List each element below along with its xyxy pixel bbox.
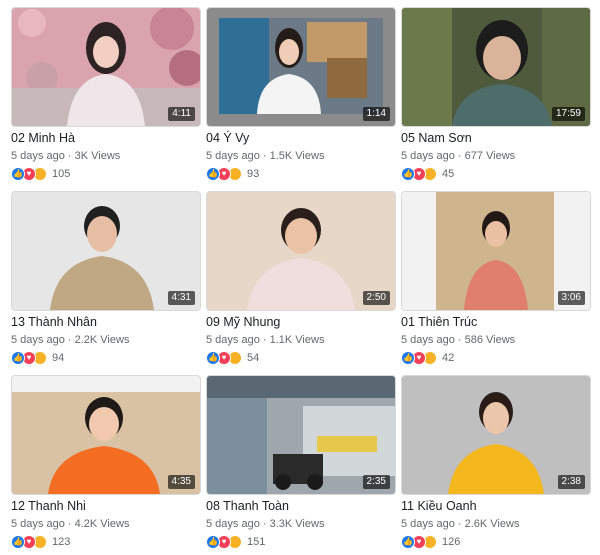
reaction-count: 123 xyxy=(52,536,71,548)
reaction-count: 105 xyxy=(52,168,71,180)
video-title[interactable]: 11 Kiều Oanh xyxy=(401,499,477,513)
video-duration: 4:35 xyxy=(167,475,195,489)
video-title[interactable]: 08 Thanh Toàn xyxy=(206,499,289,513)
video-grid: 4:11 02 Minh Hà 5 days ago · 3K Views 👍 … xyxy=(0,0,600,552)
like-reaction-icon: 👍 xyxy=(401,535,415,549)
video-thumbnail[interactable]: 3:06 xyxy=(401,191,591,311)
view-count: 3.3K Views xyxy=(269,518,325,530)
like-reaction-icon: 👍 xyxy=(11,167,25,181)
view-count: 1.1K Views xyxy=(269,334,325,346)
video-duration: 2:50 xyxy=(362,291,390,305)
reactions[interactable]: 👍 ♥ 45 xyxy=(401,167,454,181)
upload-time: 5 days ago xyxy=(206,518,260,530)
video-meta: 5 days ago · 677 Views xyxy=(401,150,516,162)
video-title[interactable]: 02 Minh Hà xyxy=(11,131,75,145)
video-thumbnail[interactable]: 2:38 xyxy=(401,375,591,495)
like-reaction-icon: 👍 xyxy=(11,351,25,365)
video-card[interactable]: 4:11 02 Minh Hà 5 days ago · 3K Views 👍 … xyxy=(11,7,201,187)
video-meta: 5 days ago · 3K Views xyxy=(11,150,121,162)
reactions[interactable]: 👍 ♥ 93 xyxy=(206,167,259,181)
reaction-count: 93 xyxy=(247,168,260,180)
video-card[interactable]: 2:35 08 Thanh Toàn 5 days ago · 3.3K Vie… xyxy=(206,375,396,555)
video-card[interactable]: 17:59 05 Nam Sơn 5 days ago · 677 Views … xyxy=(401,7,591,187)
like-reaction-icon: 👍 xyxy=(401,351,415,365)
video-thumbnail[interactable]: 4:35 xyxy=(11,375,201,495)
video-card[interactable]: 4:35 12 Thanh Nhi 5 days ago · 4.2K View… xyxy=(11,375,201,555)
reactions[interactable]: 👍 ♥ 105 xyxy=(11,167,70,181)
video-title[interactable]: 09 Mỹ Nhung xyxy=(206,315,280,329)
upload-time: 5 days ago xyxy=(401,518,455,530)
upload-time: 5 days ago xyxy=(206,334,260,346)
upload-time: 5 days ago xyxy=(11,518,65,530)
video-title[interactable]: 13 Thành Nhân xyxy=(11,315,97,329)
reactions[interactable]: 👍 ♥ 151 xyxy=(206,535,265,549)
video-duration: 4:11 xyxy=(168,107,195,121)
like-reaction-icon: 👍 xyxy=(11,535,25,549)
video-card[interactable]: 1:14 04 Ý Vy 5 days ago · 1.5K Views 👍 ♥… xyxy=(206,7,396,187)
video-title[interactable]: 05 Nam Sơn xyxy=(401,131,472,145)
reactions[interactable]: 👍 ♥ 126 xyxy=(401,535,460,549)
video-thumbnail[interactable]: 4:31 xyxy=(11,191,201,311)
video-duration: 2:38 xyxy=(557,475,585,489)
like-reaction-icon: 👍 xyxy=(206,535,220,549)
video-meta: 5 days ago · 4.2K Views xyxy=(11,518,130,530)
reactions[interactable]: 👍 ♥ 94 xyxy=(11,351,64,365)
video-meta: 5 days ago · 2.2K Views xyxy=(11,334,130,346)
video-duration: 3:06 xyxy=(557,291,585,305)
video-card[interactable]: 3:06 01 Thiên Trúc 5 days ago · 586 View… xyxy=(401,191,591,371)
video-duration: 4:31 xyxy=(167,291,195,305)
video-meta: 5 days ago · 1.5K Views xyxy=(206,150,325,162)
reaction-count: 151 xyxy=(247,536,266,548)
upload-time: 5 days ago xyxy=(401,334,455,346)
video-card[interactable]: 2:38 11 Kiều Oanh 5 days ago · 2.6K View… xyxy=(401,375,591,555)
view-count: 3K Views xyxy=(74,150,121,162)
reactions[interactable]: 👍 ♥ 54 xyxy=(206,351,259,365)
video-duration: 2:35 xyxy=(362,475,390,489)
view-count: 2.6K Views xyxy=(464,518,520,530)
reaction-count: 54 xyxy=(247,352,260,364)
video-title[interactable]: 01 Thiên Trúc xyxy=(401,315,477,329)
reaction-count: 42 xyxy=(442,352,455,364)
like-reaction-icon: 👍 xyxy=(206,351,220,365)
video-duration: 17:59 xyxy=(551,107,585,121)
view-count: 677 Views xyxy=(464,150,516,162)
video-meta: 5 days ago · 3.3K Views xyxy=(206,518,325,530)
upload-time: 5 days ago xyxy=(11,334,65,346)
video-thumbnail[interactable]: 2:50 xyxy=(206,191,396,311)
video-card[interactable]: 2:50 09 Mỹ Nhung 5 days ago · 1.1K Views… xyxy=(206,191,396,371)
video-meta: 5 days ago · 2.6K Views xyxy=(401,518,520,530)
view-count: 4.2K Views xyxy=(74,518,130,530)
reactions[interactable]: 👍 ♥ 123 xyxy=(11,535,70,549)
video-meta: 5 days ago · 586 Views xyxy=(401,334,516,346)
upload-time: 5 days ago xyxy=(206,150,260,162)
reactions[interactable]: 👍 ♥ 42 xyxy=(401,351,454,365)
video-thumbnail[interactable]: 1:14 xyxy=(206,7,396,127)
video-card[interactable]: 4:31 13 Thành Nhân 5 days ago · 2.2K Vie… xyxy=(11,191,201,371)
video-thumbnail[interactable]: 17:59 xyxy=(401,7,591,127)
reaction-count: 94 xyxy=(52,352,65,364)
video-title[interactable]: 12 Thanh Nhi xyxy=(11,499,86,513)
upload-time: 5 days ago xyxy=(11,150,65,162)
video-thumbnail[interactable]: 4:11 xyxy=(11,7,201,127)
like-reaction-icon: 👍 xyxy=(401,167,415,181)
video-meta: 5 days ago · 1.1K Views xyxy=(206,334,325,346)
view-count: 586 Views xyxy=(464,334,516,346)
view-count: 2.2K Views xyxy=(74,334,130,346)
reaction-count: 45 xyxy=(442,168,455,180)
video-title[interactable]: 04 Ý Vy xyxy=(206,131,249,145)
view-count: 1.5K Views xyxy=(269,150,325,162)
video-thumbnail[interactable]: 2:35 xyxy=(206,375,396,495)
upload-time: 5 days ago xyxy=(401,150,455,162)
video-duration: 1:14 xyxy=(362,107,390,121)
reaction-count: 126 xyxy=(442,536,461,548)
like-reaction-icon: 👍 xyxy=(206,167,220,181)
